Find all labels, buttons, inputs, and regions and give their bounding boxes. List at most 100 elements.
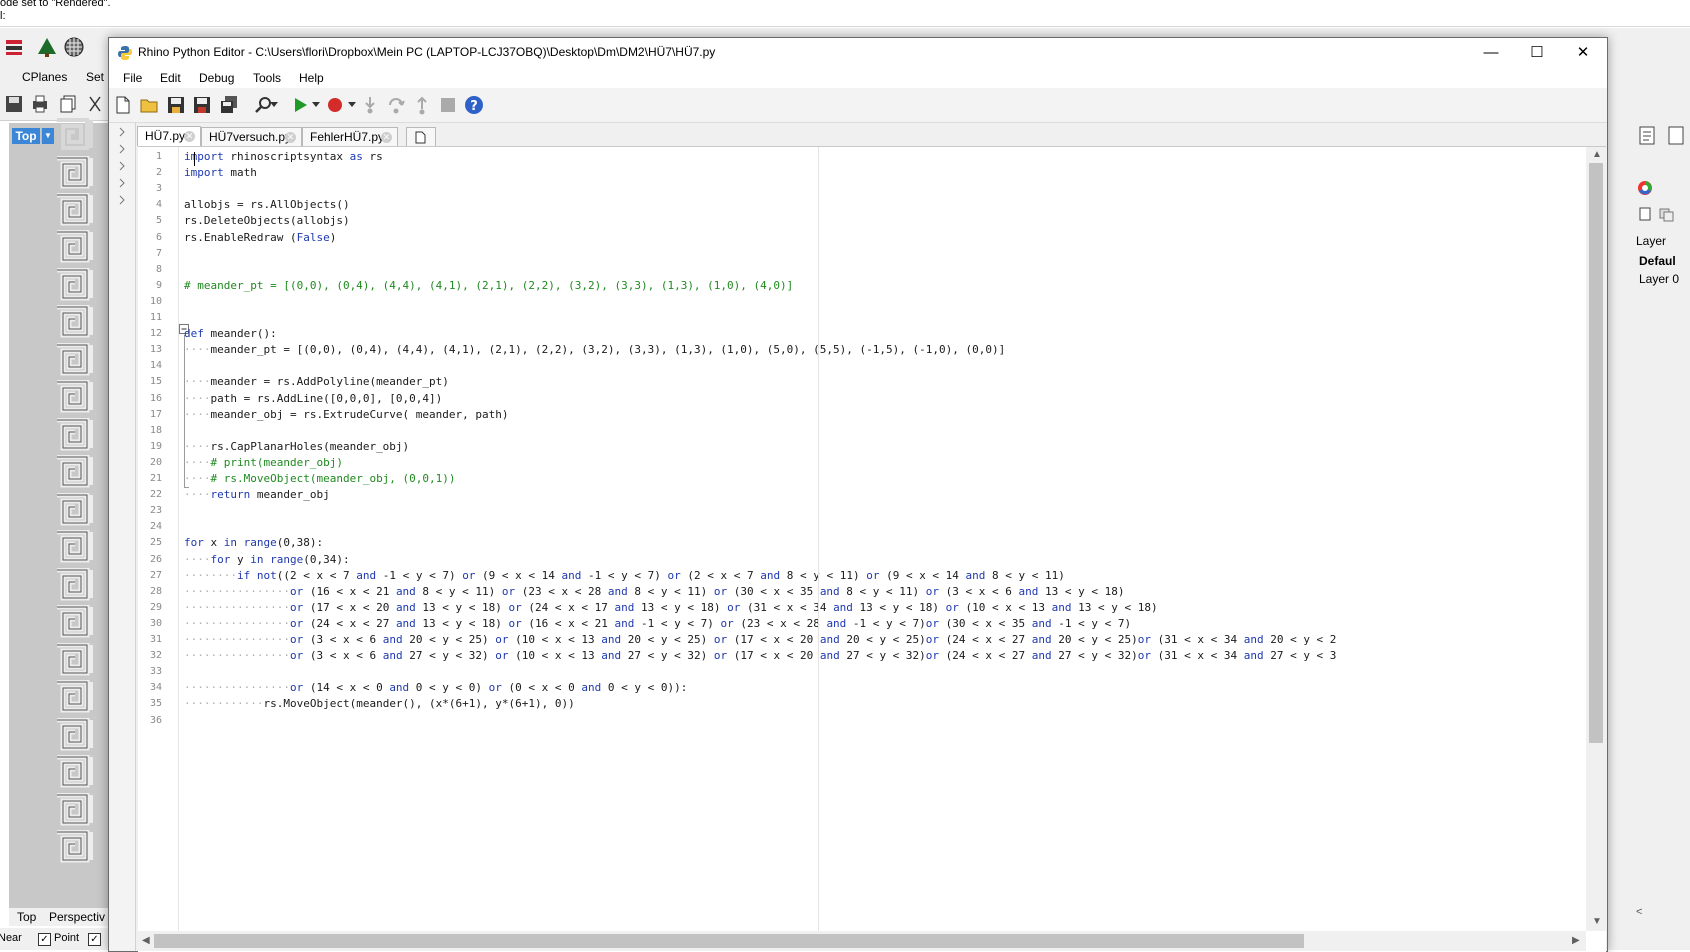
scroll-down-icon[interactable]: ▼ (1592, 916, 1602, 927)
code-line[interactable]: ····# print(meander_obj) (184, 455, 343, 471)
code-line[interactable]: ····for y in range(0,34): (184, 552, 350, 568)
stop-icon[interactable] (438, 95, 458, 115)
code-line[interactable]: ····return meander_obj (184, 487, 330, 503)
chevron-right-icon[interactable] (117, 127, 127, 137)
run-dropdown-icon[interactable] (312, 102, 320, 108)
close-tab-icon[interactable]: ✕ (184, 131, 195, 142)
code-editor[interactable]: 1 2 3 4 5 6 7 8 9 10 11 12 13 14 15 16 17 18 19 20 21 22 23 24 2… (138, 146, 1606, 952)
new-layer-icon[interactable] (1666, 124, 1688, 146)
chevron-right-icon[interactable] (117, 144, 127, 154)
osnap-point-label[interactable]: Point (54, 932, 79, 944)
close-button[interactable]: ✕ (1560, 38, 1606, 68)
checker-sphere-icon[interactable] (63, 36, 85, 58)
code-line[interactable]: for x in range(0,38): (184, 535, 323, 551)
new-tab-button[interactable] (406, 127, 436, 146)
code-line[interactable]: ····# rs.MoveObject(meander_obj, (0,0,1)… (184, 471, 456, 487)
osnap-near-label[interactable]: Near (0, 932, 22, 944)
viewport-dropdown-icon[interactable]: ▼ (41, 128, 54, 144)
save-all-icon[interactable] (219, 95, 239, 115)
layer-0[interactable]: Layer 0 (1639, 272, 1679, 286)
osnap-checkbox[interactable]: ✓ (88, 933, 101, 946)
menu-bar: File Edit Debug Tools Help (109, 68, 1607, 88)
tab-hu7versuch[interactable]: HÜ7versuch.py ✕ (201, 127, 302, 146)
vertical-scroll-thumb[interactable] (1589, 163, 1603, 743)
run-icon[interactable] (290, 95, 310, 115)
code-line[interactable]: ················or (17 < x < 20 and 13 <… (184, 600, 1158, 616)
cut-icon[interactable] (86, 94, 106, 114)
code-area[interactable]: import rhinoscriptsyntax as rs import mat… (184, 147, 1594, 931)
menu-file[interactable]: File (123, 71, 142, 85)
find-dropdown-icon[interactable] (270, 102, 278, 108)
code-line[interactable]: def meander(): (184, 326, 277, 342)
viewport-title[interactable]: Top (12, 128, 40, 144)
breakpoint-icon[interactable] (325, 95, 345, 115)
code-line[interactable]: allobjs = rs.AllObjects() (184, 197, 350, 213)
minimize-button[interactable]: — (1468, 38, 1514, 68)
edge-column-guide (818, 147, 819, 931)
menu-debug[interactable]: Debug (199, 71, 234, 85)
rhino-exit-icon[interactable] (4, 36, 26, 58)
tab-set[interactable]: Set (86, 70, 104, 84)
step-out-icon[interactable] (412, 95, 432, 115)
scroll-up-icon[interactable]: ▲ (1592, 149, 1602, 160)
menu-tools[interactable]: Tools (253, 71, 281, 85)
menu-help[interactable]: Help (299, 71, 324, 85)
color-wheel-icon[interactable] (1637, 180, 1653, 196)
step-over-icon[interactable] (386, 95, 406, 115)
breakpoint-dropdown-icon[interactable] (348, 102, 356, 108)
line-number: 7 (155, 247, 162, 259)
code-line[interactable]: ············rs.MoveObject(meander(), (x*… (184, 696, 575, 712)
help-icon[interactable]: ? (464, 95, 484, 115)
tab-fehlerhu7[interactable]: FehlerHÜ7.py ✕ (302, 127, 398, 146)
code-line[interactable]: ····rs.CapPlanarHoles(meander_obj) (184, 439, 409, 455)
step-into-icon[interactable] (360, 95, 380, 115)
code-line[interactable]: ················or (14 < x < 0 and 0 < y… (184, 680, 687, 696)
viewport-tab-perspective[interactable]: Perspectiv (49, 910, 105, 924)
chevron-right-icon[interactable] (117, 178, 127, 188)
scroll-right-icon[interactable]: ▶ (1572, 935, 1580, 946)
code-line[interactable]: ····meander_pt = [(0,0), (0,4), (4,4), (… (184, 342, 1005, 358)
menu-edit[interactable]: Edit (160, 71, 181, 85)
tab-cplanes[interactable]: CPlanes (22, 70, 67, 84)
save-icon[interactable] (4, 94, 24, 114)
code-line[interactable]: rs.EnableRedraw (False) (184, 230, 336, 246)
tree-icon[interactable] (36, 36, 58, 58)
layers-icon[interactable] (1658, 206, 1674, 222)
code-line[interactable]: ····meander_obj = rs.ExtrudeCurve( meand… (184, 407, 509, 423)
code-line[interactable]: ····meander = rs.AddPolyline(meander_pt) (184, 374, 449, 390)
code-line[interactable]: rs.DeleteObjects(allobjs) (184, 213, 350, 229)
close-tab-icon[interactable]: ✕ (381, 132, 392, 143)
close-tab-icon[interactable]: ✕ (285, 132, 296, 143)
maximize-button[interactable]: ☐ (1514, 38, 1560, 68)
osnap-point-checkbox[interactable]: ✓ (38, 933, 51, 946)
open-folder-icon[interactable] (139, 95, 159, 115)
code-line[interactable]: ················or (16 < x < 21 and 8 < … (184, 584, 1124, 600)
horizontal-scroll-thumb[interactable] (154, 934, 1304, 948)
rhino-osnap-bar: Near ✓ Point ✓ (0, 928, 110, 950)
viewport-tab-top[interactable]: Top (17, 910, 36, 924)
save-file-icon[interactable] (166, 95, 186, 115)
code-line[interactable]: ········if not((2 < x < 7 and -1 < y < 7… (184, 568, 1065, 584)
page-icon[interactable] (1638, 206, 1652, 222)
new-file-icon[interactable] (113, 95, 133, 115)
scroll-left-icon[interactable]: ◀ (142, 935, 150, 946)
code-line[interactable]: import math (184, 165, 257, 181)
chevron-right-icon[interactable] (117, 195, 127, 205)
layer-default[interactable]: Defaul (1639, 254, 1676, 268)
title-bar[interactable]: Rhino Python Editor - C:\Users\flori\Dro… (109, 38, 1607, 68)
properties-icon[interactable] (1636, 124, 1658, 146)
code-line[interactable]: import rhinoscriptsyntax as rs (184, 149, 383, 165)
copy-icon[interactable] (58, 94, 78, 114)
meander-icon (57, 718, 93, 751)
chevron-right-icon[interactable] (117, 161, 127, 171)
meander-icon (57, 493, 93, 526)
tab-hu7[interactable]: HÜ7.py ✕ (137, 126, 201, 146)
save-as-icon[interactable] (192, 95, 212, 115)
code-line[interactable]: ····path = rs.AddLine([0,0,0], [0,0,4]) (184, 391, 442, 407)
code-line[interactable]: ················or (3 < x < 6 and 27 < y… (184, 648, 1336, 664)
print-icon[interactable] (30, 94, 50, 114)
code-line[interactable]: # meander_pt = [(0,0), (0,4), (4,4), (4,… (184, 278, 793, 294)
code-line[interactable]: ················or (3 < x < 6 and 20 < y… (184, 632, 1336, 648)
panel-scroll-left-icon[interactable]: < (1636, 906, 1642, 918)
code-line[interactable]: ················or (24 < x < 27 and 13 <… (184, 616, 1131, 632)
